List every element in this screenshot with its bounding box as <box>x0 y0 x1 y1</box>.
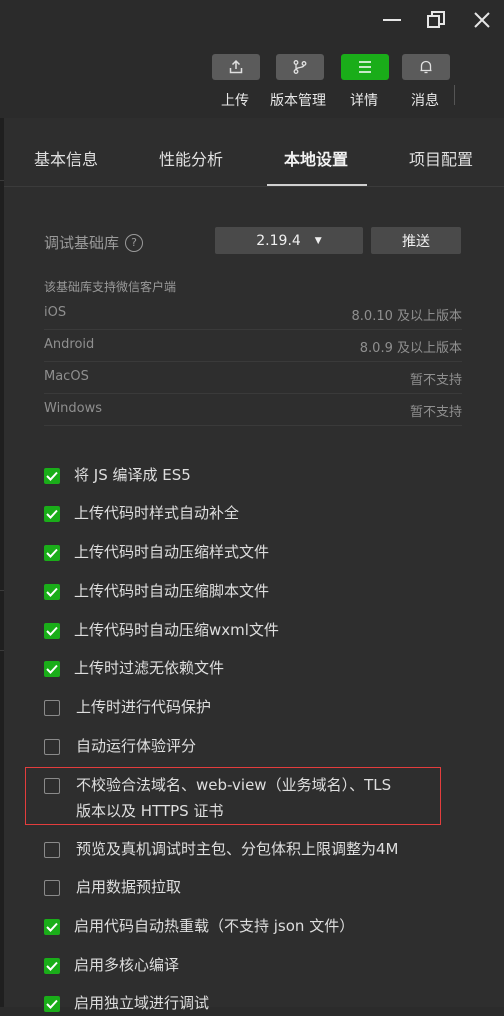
help-icon[interactable]: ? <box>125 233 144 252</box>
checkbox-unchecked-icon[interactable] <box>44 700 60 716</box>
checkbox-checked-icon[interactable] <box>44 545 60 561</box>
option-filter-unused-files[interactable]: 上传时过滤无依赖文件 <box>44 659 224 681</box>
checkbox-unchecked-icon[interactable] <box>44 739 60 755</box>
list-icon <box>359 61 371 73</box>
toolbar-divider <box>454 85 455 105</box>
details-label: 详情 <box>350 93 378 109</box>
checkbox-unchecked-icon[interactable] <box>44 842 60 858</box>
version-management-button[interactable] <box>276 54 324 80</box>
upload-icon <box>229 59 243 74</box>
support-value: 暂不支持 <box>409 405 462 420</box>
option-label-line2: 版本以及 HTTPS 证书 <box>76 802 224 820</box>
option-label: 上传代码时样式自动补全 <box>74 504 240 522</box>
caret-down-icon: ▼ <box>314 235 322 246</box>
support-value: 8.0.9 及以上版本 <box>359 341 462 356</box>
option-label: 上传代码时自动压缩脚本文件 <box>74 582 270 600</box>
support-value: 暂不支持 <box>409 373 462 388</box>
option-label: 启用代码自动热重载（不支持 json 文件） <box>74 917 355 935</box>
option-label: 不校验合法域名、web-view（业务域名）、TLS <box>76 776 392 794</box>
option-label: 上传代码时自动压缩样式文件 <box>74 543 270 561</box>
option-minify-scripts[interactable]: 上传代码时自动压缩脚本文件 <box>44 582 269 604</box>
checkbox-checked-icon[interactable] <box>44 506 60 522</box>
checkbox-checked-icon[interactable] <box>44 919 60 935</box>
option-label: 自动运行体验评分 <box>76 737 197 755</box>
tab-basic-info[interactable]: 基本信息 <box>34 146 98 170</box>
checkbox-unchecked-icon[interactable] <box>44 880 60 896</box>
support-row-android: Android 8.0.9 及以上版本 <box>44 329 462 362</box>
details-button[interactable] <box>341 54 389 80</box>
support-platform: Android <box>44 337 95 352</box>
window-titlebar: 上传 版本管理 详情 消息 <box>0 0 504 118</box>
support-platform: iOS <box>44 305 67 320</box>
support-title: 该基础库支持微信客户端 <box>44 280 177 294</box>
support-row-ios: iOS 8.0.10 及以上版本 <box>44 297 462 330</box>
option-auto-audit[interactable]: 自动运行体验评分 <box>44 737 196 759</box>
option-minify-wxml[interactable]: 上传代码时自动压缩wxml文件 <box>44 621 279 643</box>
support-value: 8.0.10 及以上版本 <box>351 309 462 324</box>
checkbox-checked-icon[interactable] <box>44 996 60 1012</box>
messages-label: 消息 <box>411 93 439 109</box>
restore-icon[interactable] <box>423 8 449 32</box>
details-panel: 基本信息 性能分析 本地设置 项目配置 调试基础库 ? 2.19.4 ▼ 推送 … <box>4 118 504 1012</box>
option-style-autocomplete[interactable]: 上传代码时样式自动补全 <box>44 504 239 526</box>
option-hot-reload[interactable]: 启用代码自动热重载（不支持 json 文件） <box>44 917 354 939</box>
minimize-icon[interactable] <box>379 8 405 32</box>
messages-button[interactable] <box>402 54 450 80</box>
support-row-macos: MacOS 暂不支持 <box>44 361 462 394</box>
option-label: 预览及真机调试时主包、分包体积上限调整为4M <box>76 840 399 858</box>
upload-button[interactable] <box>212 54 260 80</box>
option-skip-domain-check[interactable]: 不校验合法域名、web-view（业务域名）、TLS 版本以及 HTTPS 证书 <box>44 776 391 824</box>
option-label: 启用多核心编译 <box>74 956 180 974</box>
checkbox-checked-icon[interactable] <box>44 584 60 600</box>
tab-project-config[interactable]: 项目配置 <box>409 146 473 170</box>
option-label-block: 不校验合法域名、web-view（业务域名）、TLS 版本以及 HTTPS 证书 <box>76 776 391 824</box>
option-increase-package-limit[interactable]: 预览及真机调试时主包、分包体积上限调整为4M <box>44 840 399 862</box>
option-label: 启用独立域进行调试 <box>74 994 210 1012</box>
checkbox-checked-icon[interactable] <box>44 958 60 974</box>
version-management-label: 版本管理 <box>270 93 326 109</box>
option-compile-es5[interactable]: 将 JS 编译成 ES5 <box>44 466 191 488</box>
tab-local-settings[interactable]: 本地设置 <box>284 146 348 170</box>
support-platform: MacOS <box>44 369 89 384</box>
option-independent-domain-debug[interactable]: 启用独立域进行调试 <box>44 994 209 1016</box>
close-icon[interactable] <box>469 8 495 32</box>
checkbox-checked-icon[interactable] <box>44 661 60 677</box>
support-row-windows: Windows 暂不支持 <box>44 393 462 426</box>
bell-icon <box>420 60 432 74</box>
lib-version-select[interactable]: 2.19.4 ▼ <box>215 227 363 254</box>
debug-lib-label: 调试基础库 <box>44 234 120 252</box>
option-multicore-compile[interactable]: 启用多核心编译 <box>44 956 179 978</box>
branch-icon <box>293 60 307 74</box>
lib-version-value: 2.19.4 <box>256 232 301 249</box>
checkbox-unchecked-icon[interactable] <box>44 778 60 794</box>
checkbox-checked-icon[interactable] <box>44 623 60 639</box>
option-label: 上传时过滤无依赖文件 <box>74 659 225 677</box>
option-label: 上传代码时自动压缩wxml文件 <box>74 621 279 639</box>
checkbox-checked-icon[interactable] <box>44 468 60 484</box>
tab-performance[interactable]: 性能分析 <box>159 146 223 170</box>
push-button[interactable]: 推送 <box>371 227 461 254</box>
debug-lib-row: 调试基础库 ? <box>44 232 144 253</box>
upload-label: 上传 <box>221 93 249 109</box>
option-label: 将 JS 编译成 ES5 <box>74 466 191 484</box>
support-platform: Windows <box>44 401 103 416</box>
option-code-protection[interactable]: 上传时进行代码保护 <box>44 698 211 720</box>
active-tab-indicator <box>267 184 367 186</box>
option-minify-styles[interactable]: 上传代码时自动压缩样式文件 <box>44 543 269 565</box>
tab-bar: 基本信息 性能分析 本地设置 项目配置 <box>4 118 504 187</box>
option-data-prefetch[interactable]: 启用数据预拉取 <box>44 878 181 900</box>
option-label: 启用数据预拉取 <box>76 878 182 896</box>
option-label: 上传时进行代码保护 <box>76 698 212 716</box>
